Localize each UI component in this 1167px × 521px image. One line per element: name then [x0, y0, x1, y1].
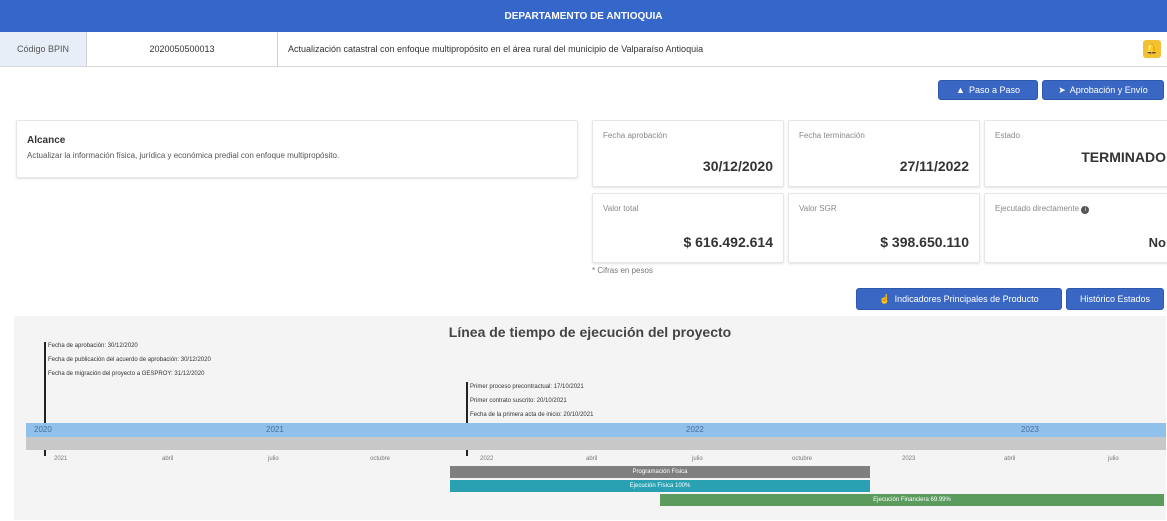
status-value: TERMINADO — [1081, 149, 1166, 165]
timeline-title: Línea de tiempo de ejecución del proyect… — [448, 324, 732, 340]
status-history-label: Histórico Estados — [1079, 294, 1151, 304]
scope-title: Alcance — [27, 135, 66, 146]
department-header: DEPARTAMENTO DE ANTIOQUIA — [0, 0, 1167, 32]
send-icon: ➤ — [1058, 84, 1066, 95]
total-value-card: Valor total $ 616.492.614 — [592, 193, 784, 263]
total-value-amount: $ 616.492.614 — [683, 234, 773, 250]
end-date-card: Fecha terminación 27/11/2022 — [788, 120, 980, 187]
product-indicators-button[interactable]: ☝ Indicadores Principales de Producto — [856, 288, 1062, 310]
tick-label: octubre — [370, 456, 391, 462]
hand-pointer-icon: ☝ — [879, 293, 891, 304]
physical-programming-bar[interactable]: Programación Física — [450, 466, 870, 478]
tick-label: abril — [1004, 456, 1016, 462]
executed-directly-value: No — [1148, 235, 1166, 250]
year-label-2023: 2023 — [1021, 425, 1039, 434]
annotation-precontract: Primer proceso precontractual: 17/10/202… — [470, 384, 584, 390]
physical-execution-bar[interactable]: Ejecución Física 100% — [450, 480, 870, 492]
executed-directly-card: Ejecutado directamente i No — [984, 193, 1167, 263]
end-date-value: 27/11/2022 — [899, 158, 969, 174]
approval-date-label: Fecha aprobación — [603, 131, 668, 140]
axis-bar — [26, 437, 1166, 450]
status-card: Estado TERMINADO — [984, 120, 1167, 187]
notification-bell-button[interactable]: 🔔 — [1143, 40, 1161, 58]
tick-label: abril — [162, 456, 174, 462]
currency-note: * Cifras en pesos — [592, 266, 653, 275]
tick-label: 2023 — [902, 456, 916, 462]
total-value-label: Valor total — [603, 204, 639, 213]
scope-card: Alcance Actualizar la información física… — [16, 120, 578, 178]
scope-text: Actualizar la información física, jurídi… — [27, 151, 340, 160]
annotation-start-act: Fecha de la primera acta de inicio: 20/1… — [470, 412, 594, 418]
annotation-approval: Fecha de aprobación: 30/12/2020 — [48, 343, 138, 349]
step-by-step-label: Paso a Paso — [968, 85, 1020, 95]
project-title: Actualización catastral con enfoque mult… — [288, 44, 704, 54]
financial-execution-label: Ejecución Financiera 69.99% — [873, 497, 951, 503]
annotation-migration: Fecha de migración del proyecto a GESPRO… — [48, 371, 205, 377]
tick-label: julio — [692, 456, 703, 462]
year-label-2022: 2022 — [686, 425, 704, 434]
year-bar — [26, 423, 1166, 437]
status-history-button[interactable]: Histórico Estados — [1066, 288, 1164, 310]
annotation-publication: Fecha de publicación del acuerdo de apro… — [48, 357, 211, 363]
sgr-value-card: Valor SGR $ 398.650.110 — [788, 193, 980, 263]
tick-label: octubre — [792, 456, 813, 462]
bpin-code-label: Código BPIN — [0, 32, 87, 66]
end-date-label: Fecha terminación — [799, 131, 865, 140]
tick-label: julio — [1108, 456, 1119, 462]
tick-label: julio — [268, 456, 279, 462]
tick-label: 2022 — [480, 456, 494, 462]
executed-directly-text: Ejecutado directamente — [995, 204, 1080, 213]
physical-execution-label: Ejecución Física 100% — [629, 483, 691, 489]
info-icon[interactable]: i — [1081, 206, 1090, 214]
sitemap-icon: ▲ — [956, 85, 965, 95]
bpin-code-value: 2020050500013 — [87, 32, 278, 66]
project-info-row: Código BPIN 2020050500013 Actualización … — [0, 32, 1167, 67]
step-by-step-button[interactable]: ▲ Paso a Paso — [938, 80, 1038, 100]
approval-date-card: Fecha aprobación 30/12/2020 — [592, 120, 784, 187]
status-label: Estado — [995, 131, 1020, 140]
executed-directly-label: Ejecutado directamente i — [995, 204, 1090, 214]
tick-label: abril — [586, 456, 598, 462]
approval-send-button[interactable]: ➤ Aprobación y Envío — [1042, 80, 1164, 100]
physical-programming-label: Programación Física — [632, 469, 688, 475]
approval-date-value: 30/12/2020 — [702, 158, 773, 174]
annotation-first-contract: Primer contrato suscrito: 20/10/2021 — [470, 398, 567, 404]
year-label-2020: 2020 — [34, 425, 52, 434]
sgr-value-label: Valor SGR — [799, 204, 837, 213]
timeline-panel: Línea de tiempo de ejecución del proyect… — [14, 316, 1166, 520]
department-title: DEPARTAMENTO DE ANTIOQUIA — [504, 10, 663, 22]
sgr-value-amount: $ 398.650.110 — [880, 234, 969, 250]
financial-execution-bar[interactable]: Ejecución Financiera 69.99% — [660, 494, 1164, 506]
bell-icon: 🔔 — [1145, 43, 1159, 55]
approval-send-label: Aprobación y Envío — [1069, 85, 1148, 95]
tick-label: 2021 — [54, 456, 68, 462]
year-label-2021: 2021 — [266, 425, 284, 434]
product-indicators-label: Indicadores Principales de Producto — [894, 294, 1039, 304]
